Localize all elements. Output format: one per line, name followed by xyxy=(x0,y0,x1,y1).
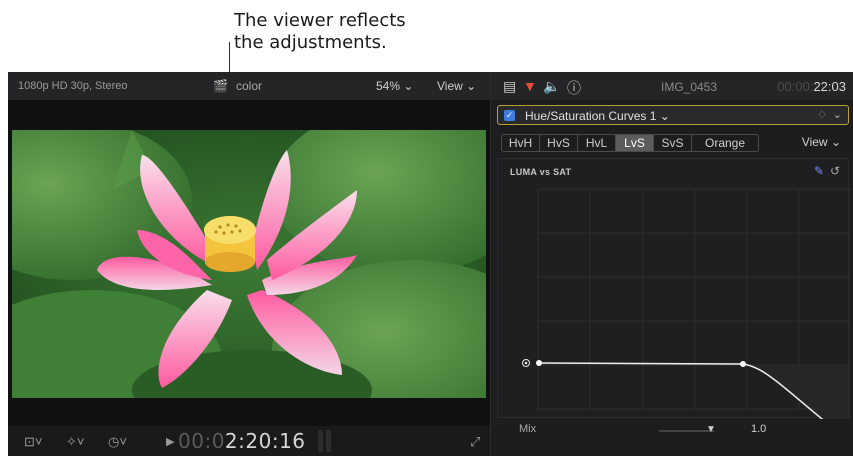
color-inspector: ▤ ▼ 🔈 ⓘ IMG_0453 00:00:22:03 ✓ Hue/Satur… xyxy=(490,72,853,456)
inspector-clip-name: IMG_0453 xyxy=(661,80,718,94)
chevron-down-icon: ⌄ xyxy=(830,135,841,149)
enhance-menu-icon[interactable]: ✧˅ xyxy=(66,434,84,450)
film-icon[interactable]: ▤ xyxy=(503,78,516,95)
viewer-timecode-value: 2:20:16 xyxy=(224,429,306,453)
tab-hvs[interactable]: HvS xyxy=(540,135,578,151)
viewer: 1080p HD 30p, Stereo 🎬 color 54% ⌄ View … xyxy=(8,72,490,456)
retime-menu-icon[interactable]: ◷˅ xyxy=(108,434,127,450)
annotation-viewer: The viewer reflects the adjustments. xyxy=(234,10,406,54)
audio-icon[interactable]: 🔈 xyxy=(543,78,560,95)
mix-row: Mix ▼ 1.0 xyxy=(491,418,853,444)
transport-bar: ⊡˅ ✧˅ ◷˅ ▶ 00:02:20:16 ⤢ xyxy=(8,426,490,456)
viewer-timecode-dim: 00:0 xyxy=(178,429,225,453)
viewer-format: 1080p HD 30p, Stereo xyxy=(18,80,128,92)
zoom-menu[interactable]: 54% ⌄ xyxy=(376,79,413,93)
curve-point-left xyxy=(536,360,542,366)
video-frame[interactable] xyxy=(12,130,486,398)
viewer-timecode: 00:02:20:16 xyxy=(178,429,306,453)
tab-orange[interactable]: Orange xyxy=(692,135,758,151)
inspector-view-menu[interactable]: View ⌄ xyxy=(802,135,841,149)
inspector-timecode: 00:00:22:03 xyxy=(777,79,846,94)
annotation-line-1: The viewer reflects xyxy=(234,10,406,31)
keyframe-icon[interactable]: ◇ xyxy=(818,109,826,120)
inspector-view-label: View xyxy=(801,135,828,149)
audio-meter-left xyxy=(318,430,323,452)
tab-svs[interactable]: SvS xyxy=(654,135,692,151)
curve-tabs: HvH HvS HvL LvS SvS Orange xyxy=(501,134,759,152)
inspector-timecode-dim: 00:00: xyxy=(777,79,814,94)
clapper-icon: 🎬 xyxy=(213,79,228,93)
lotus-image xyxy=(12,130,486,398)
effect-name: Hue/Saturation Curves 1 ⌄ xyxy=(525,109,670,123)
curve-point-mid xyxy=(740,361,746,367)
curve-editor[interactable]: LUMA vs SAT ✎ ↺ xyxy=(497,158,850,419)
final-cut-window: 1080p HD 30p, Stereo 🎬 color 54% ⌄ View … xyxy=(8,72,853,456)
annotation-line-2: the adjustments. xyxy=(234,32,387,53)
audio-meter-right xyxy=(326,430,331,452)
viewer-clip-name: color xyxy=(236,79,263,93)
crop-menu-icon[interactable]: ⊡˅ xyxy=(24,434,42,450)
info-icon[interactable]: ⓘ xyxy=(567,78,581,98)
mix-label: Mix xyxy=(519,423,537,435)
color-icon[interactable]: ▼ xyxy=(523,78,537,94)
tab-hvl[interactable]: HvL xyxy=(578,135,616,151)
inspector-timecode-value: 22:03 xyxy=(813,79,846,94)
effect-name-text: Hue/Saturation Curves 1 xyxy=(525,109,657,123)
mix-slider-handle[interactable]: ▼ xyxy=(706,424,716,435)
chevron-down-icon: ⌄ xyxy=(466,79,477,93)
effect-enabled-checkbox[interactable]: ✓ xyxy=(504,110,515,121)
viewer-header: 1080p HD 30p, Stereo 🎬 color 54% ⌄ View … xyxy=(8,72,490,100)
effect-selector[interactable]: ✓ Hue/Saturation Curves 1 ⌄ ◇ ⌄ xyxy=(497,105,849,125)
tab-lvs[interactable]: LvS xyxy=(616,135,654,151)
inspector-header: ▤ ▼ 🔈 ⓘ IMG_0453 00:00:22:03 xyxy=(491,72,853,100)
zoom-value: 54% xyxy=(376,79,401,93)
fullscreen-icon[interactable]: ⤢ xyxy=(470,434,480,450)
tab-hvh[interactable]: HvH xyxy=(502,135,540,151)
chevron-down-icon[interactable]: ⌄ xyxy=(833,108,842,121)
play-icon[interactable]: ▶ xyxy=(166,435,174,448)
viewer-view-label: View xyxy=(437,79,463,93)
chevron-down-icon: ⌄ xyxy=(403,79,414,93)
chevron-down-icon: ⌄ xyxy=(659,109,670,123)
mix-value[interactable]: 1.0 xyxy=(751,423,766,435)
curve-graph[interactable] xyxy=(498,159,850,419)
viewer-view-menu[interactable]: View ⌄ xyxy=(437,79,476,93)
